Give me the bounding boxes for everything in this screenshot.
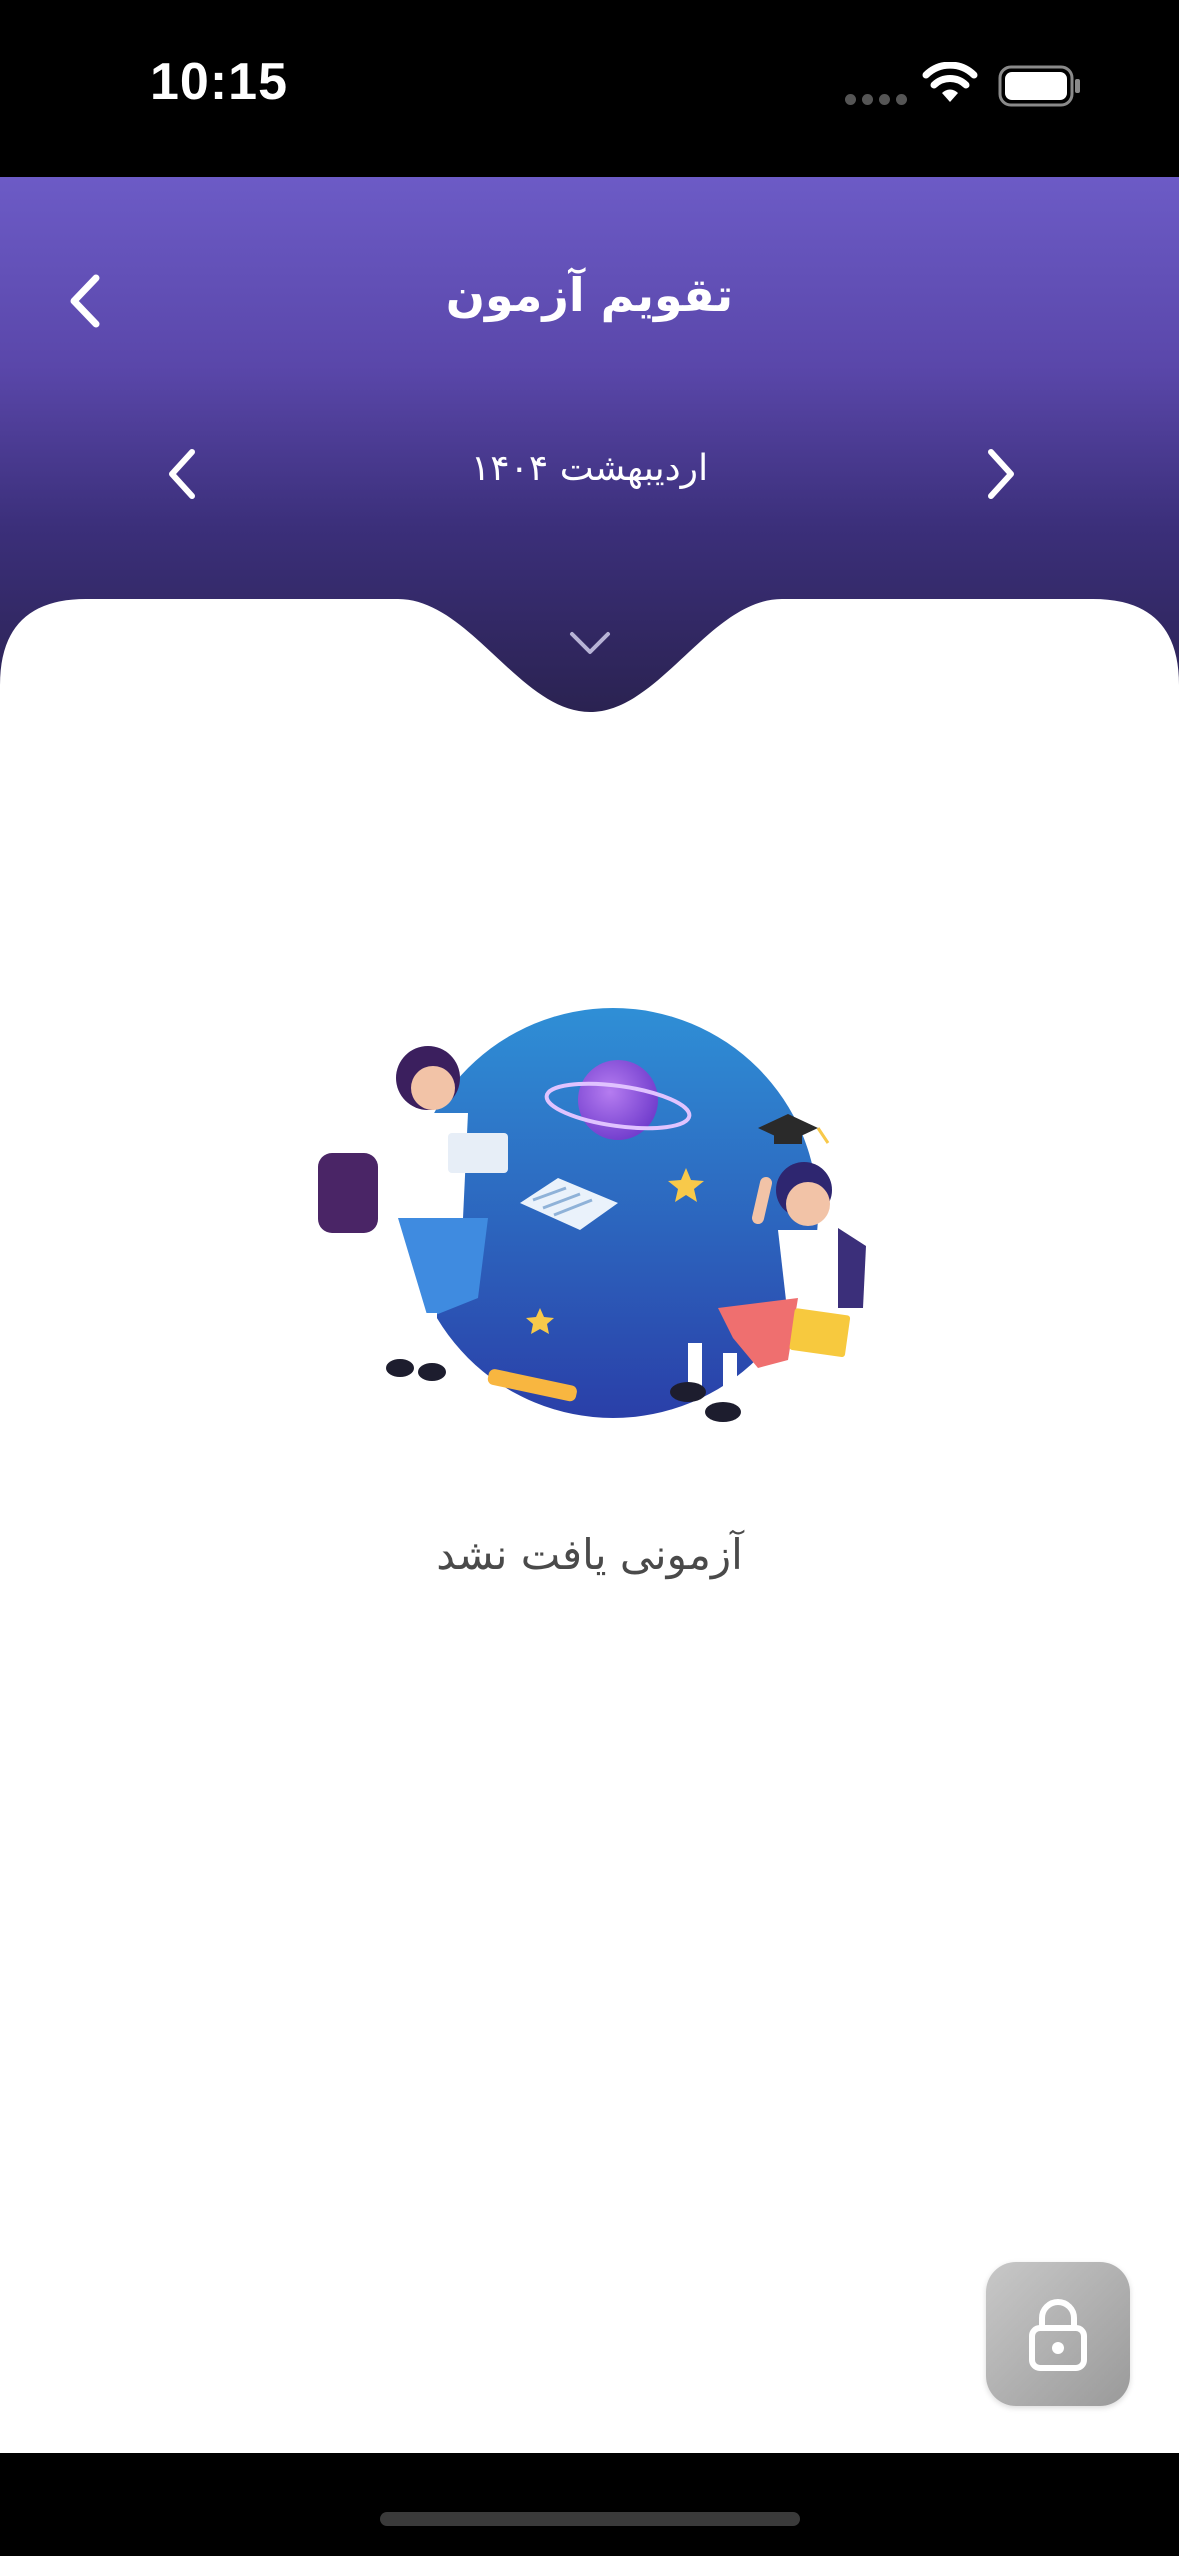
home-indicator-area bbox=[0, 2453, 1179, 2556]
empty-state-message: آزمونی یافت نشد bbox=[436, 1530, 743, 1579]
collapse-button[interactable] bbox=[568, 628, 612, 658]
empty-state-illustration bbox=[318, 1008, 866, 1422]
wifi-icon bbox=[922, 62, 978, 102]
lock-button[interactable] bbox=[986, 2262, 1130, 2406]
content-sheet-top bbox=[0, 599, 1179, 775]
battery-icon bbox=[998, 65, 1080, 107]
status-time: 10:15 bbox=[150, 53, 288, 111]
cellular-signal-icon bbox=[845, 94, 907, 108]
next-month-button[interactable] bbox=[975, 444, 1025, 504]
home-indicator[interactable] bbox=[380, 2512, 800, 2526]
page-title: تقویم آزمون bbox=[445, 268, 734, 322]
lock-icon bbox=[1029, 2299, 1087, 2371]
status-bar: 10:15 bbox=[0, 0, 1179, 177]
